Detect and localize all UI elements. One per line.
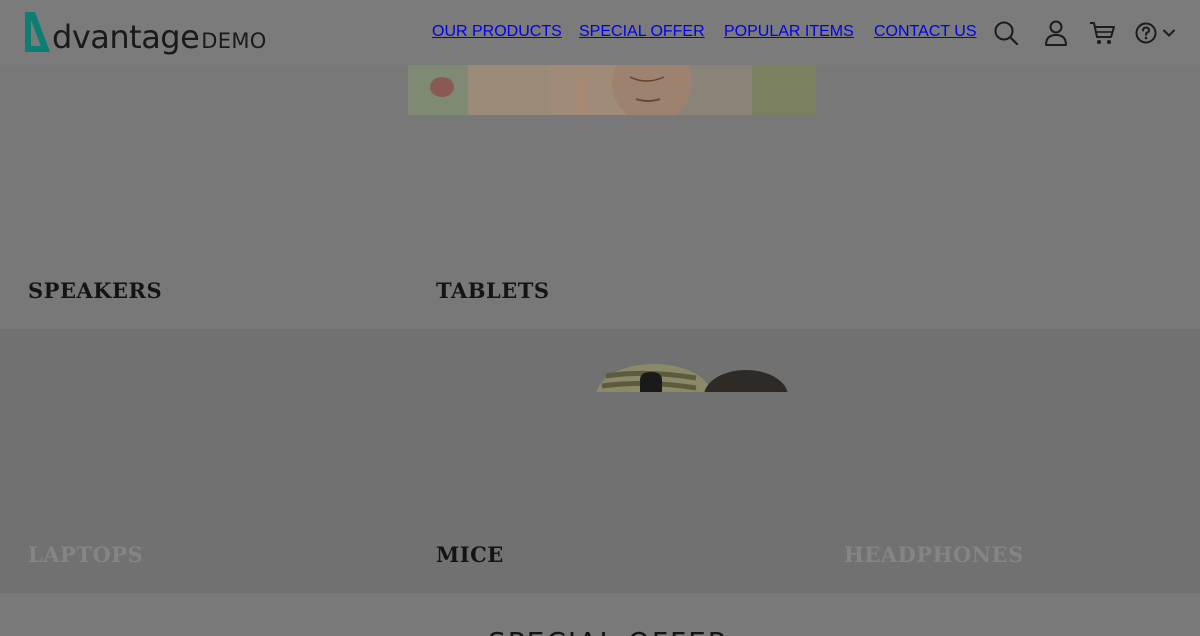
help-menu[interactable] (1134, 18, 1178, 48)
nav-our-products[interactable]: OUR PRODUCTS (432, 23, 562, 41)
nav-popular-items[interactable]: POPULAR ITEMS (724, 23, 854, 41)
nav-special-offer[interactable]: SPECIAL OFFER (579, 23, 705, 41)
special-offer-title: SPECIAL OFFER (488, 626, 729, 636)
help-icon (1135, 22, 1157, 44)
category-label-headphones[interactable]: HEADPHONES (844, 542, 1024, 567)
category-label-speakers[interactable]: SPEAKERS (28, 278, 162, 303)
logo-mark-icon (25, 12, 50, 52)
category-label-laptops[interactable]: LAPTOPS (28, 542, 143, 567)
category-label-tablets[interactable]: TABLETS (436, 278, 550, 303)
user-icon[interactable] (1041, 18, 1071, 48)
site-header: dvantage DEMO OUR PRODUCTS SPECIAL OFFER… (0, 0, 1200, 65)
logo-word: dvantage (52, 18, 200, 56)
category-label-mice[interactable]: MICE (436, 542, 504, 567)
mice-image[interactable] (596, 362, 788, 392)
cart-icon[interactable] (1087, 18, 1117, 48)
advantage-logo[interactable]: dvantage DEMO (22, 8, 267, 56)
chevron-down-icon (1163, 29, 1175, 37)
search-icon[interactable] (991, 18, 1021, 48)
nav-contact-us[interactable]: CONTACT US (874, 23, 977, 41)
logo-demo: DEMO (201, 29, 267, 53)
tablets-image[interactable] (408, 65, 816, 115)
